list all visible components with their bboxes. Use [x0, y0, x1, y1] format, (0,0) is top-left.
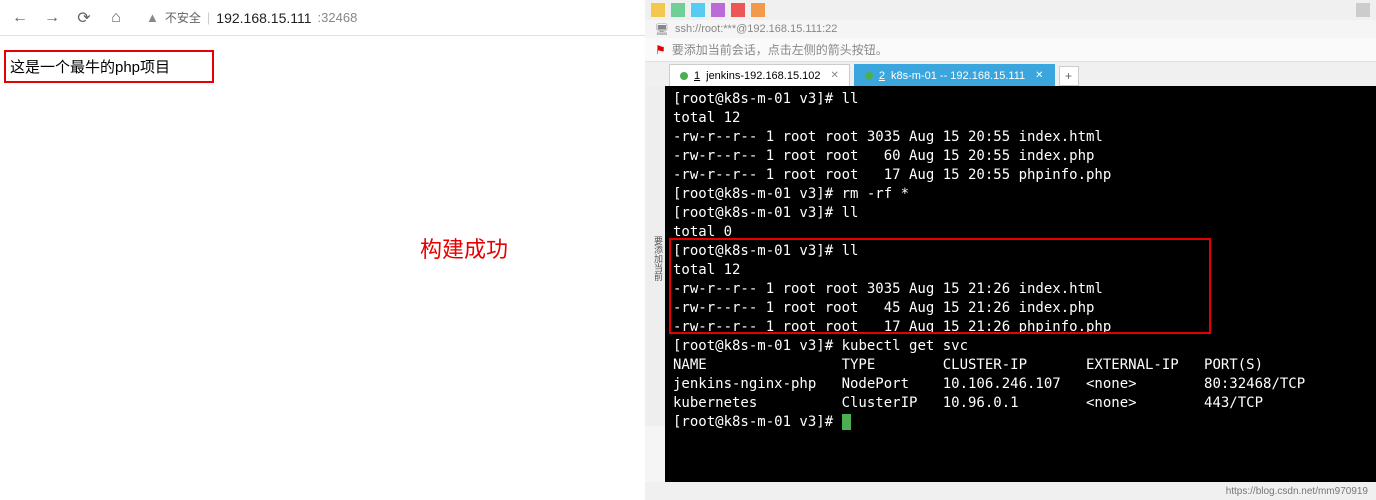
browser-toolbar: ← → ⟳ ⌂ ▲ 不安全 | 192.168.15.111:32468: [0, 0, 645, 36]
hint-text: 要添加当前会话，点击左侧的箭头按钮。: [672, 41, 888, 58]
flag-icon: ⚑: [655, 43, 666, 57]
toolbar-icon[interactable]: [751, 3, 765, 17]
terminal-tabs: 1 jenkins-192.168.15.102 ✕ 2 k8s-m-01 --…: [645, 62, 1376, 86]
back-button[interactable]: ←: [8, 6, 32, 30]
close-icon[interactable]: ✕: [831, 70, 839, 81]
prompt: [root@k8s-m-01 v3]#: [673, 338, 833, 354]
cmd: rm -rf *: [842, 186, 909, 202]
insecure-icon: ▲: [146, 10, 159, 25]
toolbar-icon[interactable]: [731, 3, 745, 17]
status-dot-icon: [865, 72, 873, 80]
forward-button[interactable]: →: [40, 6, 64, 30]
toolbar-icon[interactable]: [651, 3, 665, 17]
tab-k8s[interactable]: 2 k8s-m-01 -- 192.168.15.111 ✕: [854, 64, 1055, 86]
cmd: ll: [842, 91, 859, 107]
app-toolbar: [645, 0, 1376, 20]
line: -rw-r--r-- 1 root root 60 Aug 15 20:55 i…: [673, 148, 1094, 164]
cmd: ll: [842, 205, 859, 221]
line: total 12: [673, 110, 740, 126]
prompt: [root@k8s-m-01 v3]#: [673, 91, 833, 107]
line: -rw-r--r-- 1 root root 3035 Aug 15 20:55…: [673, 129, 1103, 145]
tab-label: k8s-m-01 -- 192.168.15.111: [891, 70, 1025, 82]
page-body: 这是一个最牛的php项目: [0, 36, 645, 97]
prompt: [root@k8s-m-01 v3]#: [673, 243, 833, 259]
toolbar-icon[interactable]: [671, 3, 685, 17]
line: total 0: [673, 224, 732, 240]
line: -rw-r--r-- 1 root root 3035 Aug 15 21:26…: [673, 281, 1103, 297]
line: -rw-r--r-- 1 root root 17 Aug 15 21:26 p…: [673, 319, 1111, 335]
ssh-connection-text: ssh://root:***@192.168.15.111:22: [675, 23, 837, 35]
tab-index: 2: [879, 70, 885, 82]
home-button[interactable]: ⌂: [104, 6, 128, 30]
prompt: [root@k8s-m-01 v3]#: [673, 186, 833, 202]
browser-pane: ← → ⟳ ⌂ ▲ 不安全 | 192.168.15.111:32468 这是一…: [0, 0, 645, 500]
security-label: 不安全: [165, 9, 201, 26]
toolbar-icon[interactable]: [711, 3, 725, 17]
reload-button[interactable]: ⟳: [72, 6, 96, 30]
page-heading-highlight: 这是一个最牛的php项目: [4, 50, 214, 83]
terminal-pane: 🖥 ssh://root:***@192.168.15.111:22 ⚑ 要添加…: [645, 0, 1376, 500]
line: total 12: [673, 262, 740, 278]
address-bar[interactable]: ▲ 不安全 | 192.168.15.111:32468: [136, 5, 637, 30]
toolbar-icon[interactable]: [691, 3, 705, 17]
status-dot-icon: [680, 72, 688, 80]
prompt: [root@k8s-m-01 v3]#: [673, 414, 833, 430]
status-bar: https://blog.csdn.net/mm970919: [645, 482, 1376, 500]
tab-index: 1: [694, 70, 700, 82]
line: kubernetes ClusterIP 10.96.0.1 <none> 44…: [673, 395, 1263, 411]
cmd: ll: [842, 243, 859, 259]
tab-label: jenkins-192.168.15.102: [706, 70, 820, 82]
toolbar-icon[interactable]: [1356, 3, 1370, 17]
tab-jenkins[interactable]: 1 jenkins-192.168.15.102 ✕: [669, 64, 850, 86]
line: NAME TYPE CLUSTER-IP EXTERNAL-IP PORT(S): [673, 357, 1263, 373]
side-gutter[interactable]: 要添加当前: [645, 86, 665, 426]
address-host: 192.168.15.111: [216, 10, 311, 26]
address-port: :32468: [318, 10, 358, 25]
prompt: [root@k8s-m-01 v3]#: [673, 205, 833, 221]
hint-bar: ⚑ 要添加当前会话，点击左侧的箭头按钮。: [645, 38, 1376, 62]
add-tab-button[interactable]: +: [1059, 66, 1079, 86]
ssh-connection-bar: 🖥 ssh://root:***@192.168.15.111:22: [645, 20, 1376, 38]
page-heading: 这是一个最牛的php项目: [10, 59, 170, 76]
status-url: https://blog.csdn.net/mm970919: [1226, 486, 1368, 497]
line: -rw-r--r-- 1 root root 17 Aug 15 20:55 p…: [673, 167, 1111, 183]
cmd: kubectl get svc: [842, 338, 968, 354]
close-icon[interactable]: ✕: [1035, 70, 1043, 81]
line: jenkins-nginx-php NodePort 10.106.246.10…: [673, 376, 1305, 392]
folder-icon: 🖥: [655, 23, 669, 36]
line: -rw-r--r-- 1 root root 45 Aug 15 21:26 i…: [673, 300, 1094, 316]
cursor: [842, 414, 851, 430]
build-success-annotation: 构建成功: [420, 232, 508, 264]
terminal-output[interactable]: [root@k8s-m-01 v3]# ll total 12 -rw-r--r…: [665, 86, 1376, 482]
